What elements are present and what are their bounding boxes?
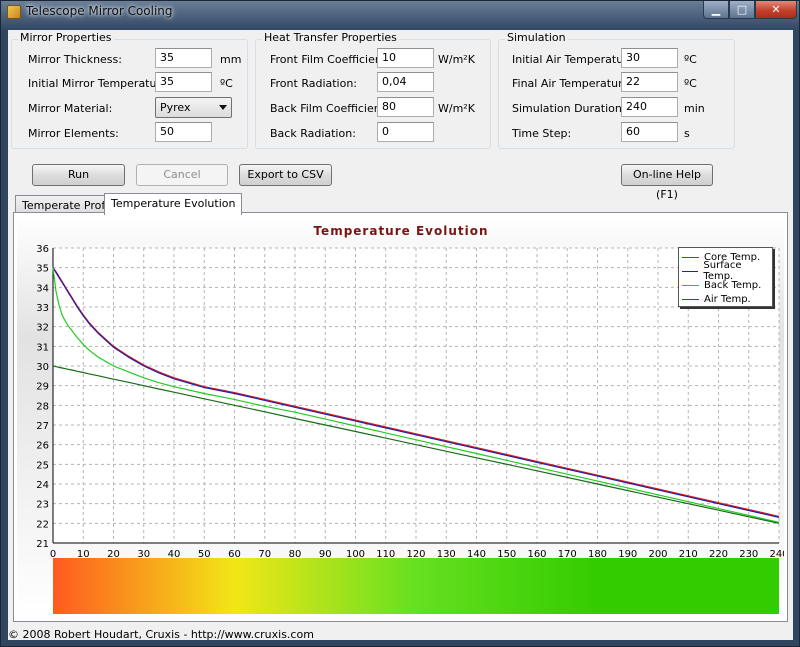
- chevron-down-icon: [219, 105, 227, 110]
- mirror-material-select[interactable]: Pyrex: [155, 97, 232, 118]
- heat-transfer-title: Heat Transfer Properties: [262, 31, 399, 44]
- back-film-label: Back Film Coefficient:: [270, 102, 389, 115]
- mirror-properties-group: Mirror Properties Mirror Thickness: 35 m…: [11, 31, 248, 149]
- y-tick-label: 30: [36, 362, 49, 373]
- chart-legend: Core Temp. Surface Temp. Back Temp. Air …: [678, 247, 773, 307]
- y-tick-label: 21: [36, 539, 49, 550]
- legend-swatch-surface: [682, 270, 699, 272]
- simulation-group: Simulation Initial Air Temperature: 30 º…: [498, 31, 735, 149]
- close-button[interactable]: ✕: [755, 1, 797, 19]
- tab-temperature-evolution[interactable]: Temperature Evolution: [104, 193, 243, 215]
- back-film-input[interactable]: 80: [377, 97, 434, 117]
- temperature-color-bar: [53, 558, 779, 614]
- y-tick-label: 35: [36, 264, 49, 275]
- initial-mirror-temp-unit: ºC: [220, 77, 233, 90]
- mirror-thickness-unit: mm: [220, 53, 242, 66]
- final-air-temp-unit: ºC: [684, 77, 697, 90]
- front-radiation-label: Front Radiation:: [270, 77, 358, 90]
- window-title: Telescope Mirror Cooling: [26, 4, 173, 18]
- legend-item: Air Temp.: [682, 292, 751, 306]
- time-step-label: Time Step:: [512, 127, 572, 140]
- online-help-button[interactable]: On-line Help (F1): [621, 164, 713, 201]
- y-tick-label: 28: [36, 401, 49, 412]
- cancel-button[interactable]: Cancel: [136, 164, 228, 186]
- y-tick-label: 27: [36, 421, 49, 432]
- heat-transfer-group: Heat Transfer Properties Front Film Coef…: [255, 31, 491, 149]
- initial-air-temp-unit: ºC: [684, 53, 697, 66]
- legend-item: Back Temp.: [682, 278, 761, 292]
- simulation-title: Simulation: [505, 31, 568, 44]
- close-icon: ✕: [771, 3, 781, 16]
- final-air-temp-label: Final Air Temperature:: [512, 77, 633, 90]
- run-button[interactable]: Run: [32, 164, 125, 186]
- y-tick-label: 25: [36, 460, 49, 471]
- simulation-duration-label: Simulation Duration:: [512, 102, 626, 115]
- front-film-input[interactable]: 10: [377, 48, 434, 68]
- mirror-material-value: Pyrex: [160, 101, 191, 114]
- mirror-properties-title: Mirror Properties: [18, 31, 114, 44]
- simulation-duration-input[interactable]: 240: [621, 97, 678, 117]
- mirror-elements-input[interactable]: 50: [155, 122, 212, 142]
- maximize-icon: □: [736, 3, 748, 16]
- temperature-evolution-chart: Temperature Evolution 21 22 23 24 25 26 27 28 29…: [36, 224, 789, 614]
- back-radiation-input[interactable]: 0: [377, 122, 434, 142]
- minimize-icon: ▁: [711, 3, 721, 16]
- time-step-unit: s: [684, 127, 690, 140]
- title-bar[interactable]: Telescope Mirror Cooling ▁ □ ✕: [1, 1, 800, 23]
- legend-swatch-core: [682, 256, 699, 258]
- front-film-unit: W/m²K: [438, 53, 475, 66]
- minimize-button[interactable]: ▁: [703, 1, 729, 19]
- mirror-thickness-label: Mirror Thickness:: [28, 53, 122, 66]
- back-radiation-label: Back Radiation:: [270, 127, 356, 140]
- mirror-elements-label: Mirror Elements:: [28, 127, 119, 140]
- y-tick-label: 36: [36, 244, 49, 255]
- y-tick-label: 31: [36, 342, 49, 353]
- legend-swatch-back: [682, 284, 699, 286]
- client-area: Mirror Properties Mirror Thickness: 35 m…: [8, 30, 793, 641]
- front-radiation-input[interactable]: 0,04: [377, 72, 434, 92]
- export-csv-button[interactable]: Export to CSV: [239, 164, 332, 186]
- y-tick-label: 29: [36, 382, 49, 393]
- tab-panel: Temperature Evolution 21 22 23 24 25 26 27 28 29…: [13, 212, 789, 622]
- y-tick-label: 24: [36, 480, 49, 491]
- y-tick-label: 26: [36, 441, 49, 452]
- mirror-thickness-input[interactable]: 35: [155, 48, 212, 68]
- y-tick-label: 23: [36, 500, 49, 511]
- simulation-duration-unit: min: [684, 102, 705, 115]
- legend-label-air: Air Temp.: [704, 293, 751, 305]
- final-air-temp-input[interactable]: 22: [621, 72, 678, 92]
- chart-title: Temperature Evolution: [313, 224, 488, 238]
- initial-air-temp-label: Initial Air Temperature:: [512, 53, 638, 66]
- time-step-input[interactable]: 60: [621, 122, 678, 142]
- chart-area: Temperature Evolution 21 22 23 24 25 26 27 28 29…: [17, 216, 789, 618]
- app-window: Telescope Mirror Cooling ▁ □ ✕ Mirror Pr…: [0, 0, 800, 647]
- y-tick-label: 32: [36, 323, 49, 334]
- mirror-material-label: Mirror Material:: [28, 102, 113, 115]
- app-icon: [7, 5, 21, 19]
- legend-item: Surface Temp.: [682, 260, 772, 282]
- initial-mirror-temp-label: Initial Mirror Temperature:: [28, 77, 172, 90]
- maximize-button[interactable]: □: [729, 1, 755, 19]
- legend-swatch-air: [682, 298, 699, 300]
- y-tick-label: 34: [36, 283, 49, 294]
- initial-air-temp-input[interactable]: 30: [621, 48, 678, 68]
- back-film-unit: W/m²K: [438, 102, 475, 115]
- y-tick-label: 22: [36, 519, 49, 530]
- y-tick-label: 33: [36, 303, 49, 314]
- legend-label-back: Back Temp.: [704, 279, 762, 291]
- window-controls: ▁ □ ✕: [703, 1, 797, 19]
- status-bar: © 2008 Robert Houdart, Cruxis - http://w…: [8, 628, 314, 641]
- initial-mirror-temp-input[interactable]: 35: [155, 72, 212, 92]
- front-film-label: Front Film Coefficient:: [270, 53, 390, 66]
